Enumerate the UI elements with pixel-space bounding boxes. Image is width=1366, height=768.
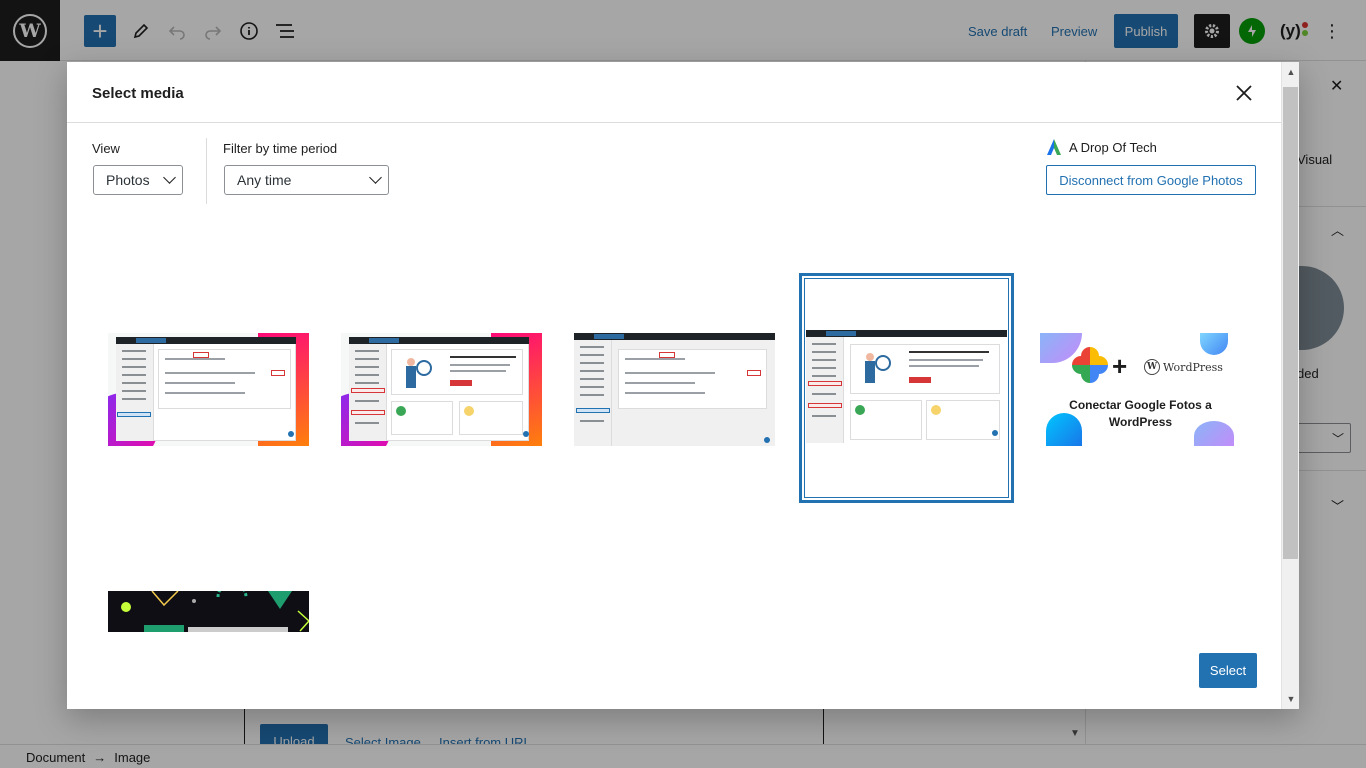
- plus-icon: +: [1112, 351, 1128, 381]
- media-thumbnail: [341, 333, 542, 446]
- view-select[interactable]: Photos: [93, 165, 183, 195]
- select-button[interactable]: Select: [1199, 653, 1257, 688]
- view-label: View: [92, 141, 120, 156]
- promo-text-line: Conectar Google Fotos a: [1069, 398, 1212, 412]
- filter-period-label: Filter by time period: [223, 141, 338, 156]
- chevron-down-icon[interactable]: ▼: [1284, 692, 1298, 706]
- promo-text: Conectar Google Fotos a WordPress: [1040, 397, 1241, 431]
- media-item[interactable]: [568, 276, 783, 506]
- modal-title: Select media: [92, 85, 184, 102]
- filter-divider: [206, 138, 207, 204]
- filter-period-select[interactable]: Any time: [224, 165, 389, 195]
- wordpress-logo: W WordPress: [1144, 359, 1223, 375]
- media-item[interactable]: [335, 276, 550, 506]
- modal-scrollbar[interactable]: ▲ ▼: [1281, 62, 1299, 709]
- media-thumbnail: [574, 333, 775, 446]
- media-thumbnail: [108, 591, 309, 632]
- chevron-down-icon: [369, 171, 382, 184]
- media-item[interactable]: + W WordPress Conectar Google Fotos a Wor…: [1034, 276, 1249, 506]
- select-media-modal: Select media View Photos Filter by time …: [67, 62, 1299, 709]
- media-item-selected[interactable]: [799, 273, 1014, 503]
- media-thumbnail: [108, 333, 309, 446]
- media-item[interactable]: [102, 534, 317, 709]
- media-thumbnail: + W WordPress Conectar Google Fotos a Wor…: [1040, 333, 1241, 446]
- disconnect-google-photos-button[interactable]: Disconnect from Google Photos: [1046, 165, 1256, 195]
- modal-header: Select media: [67, 62, 1281, 123]
- account-name: A Drop Of Tech: [1069, 139, 1157, 155]
- account-logo-icon: [1047, 139, 1061, 155]
- close-icon[interactable]: [1229, 78, 1259, 108]
- scrollbar-thumb[interactable]: [1283, 87, 1298, 559]
- google-photos-icon: [1072, 347, 1108, 383]
- promo-text-line: WordPress: [1108, 415, 1173, 429]
- view-select-value: Photos: [106, 172, 150, 188]
- wordpress-logo-text: WordPress: [1163, 360, 1223, 374]
- filter-period-value: Any time: [237, 172, 292, 188]
- media-thumbnail: [806, 330, 1007, 443]
- chevron-up-icon[interactable]: ▲: [1284, 65, 1298, 79]
- google-account: A Drop Of Tech: [1047, 139, 1157, 155]
- media-item[interactable]: [102, 276, 317, 506]
- chevron-down-icon: [163, 171, 176, 184]
